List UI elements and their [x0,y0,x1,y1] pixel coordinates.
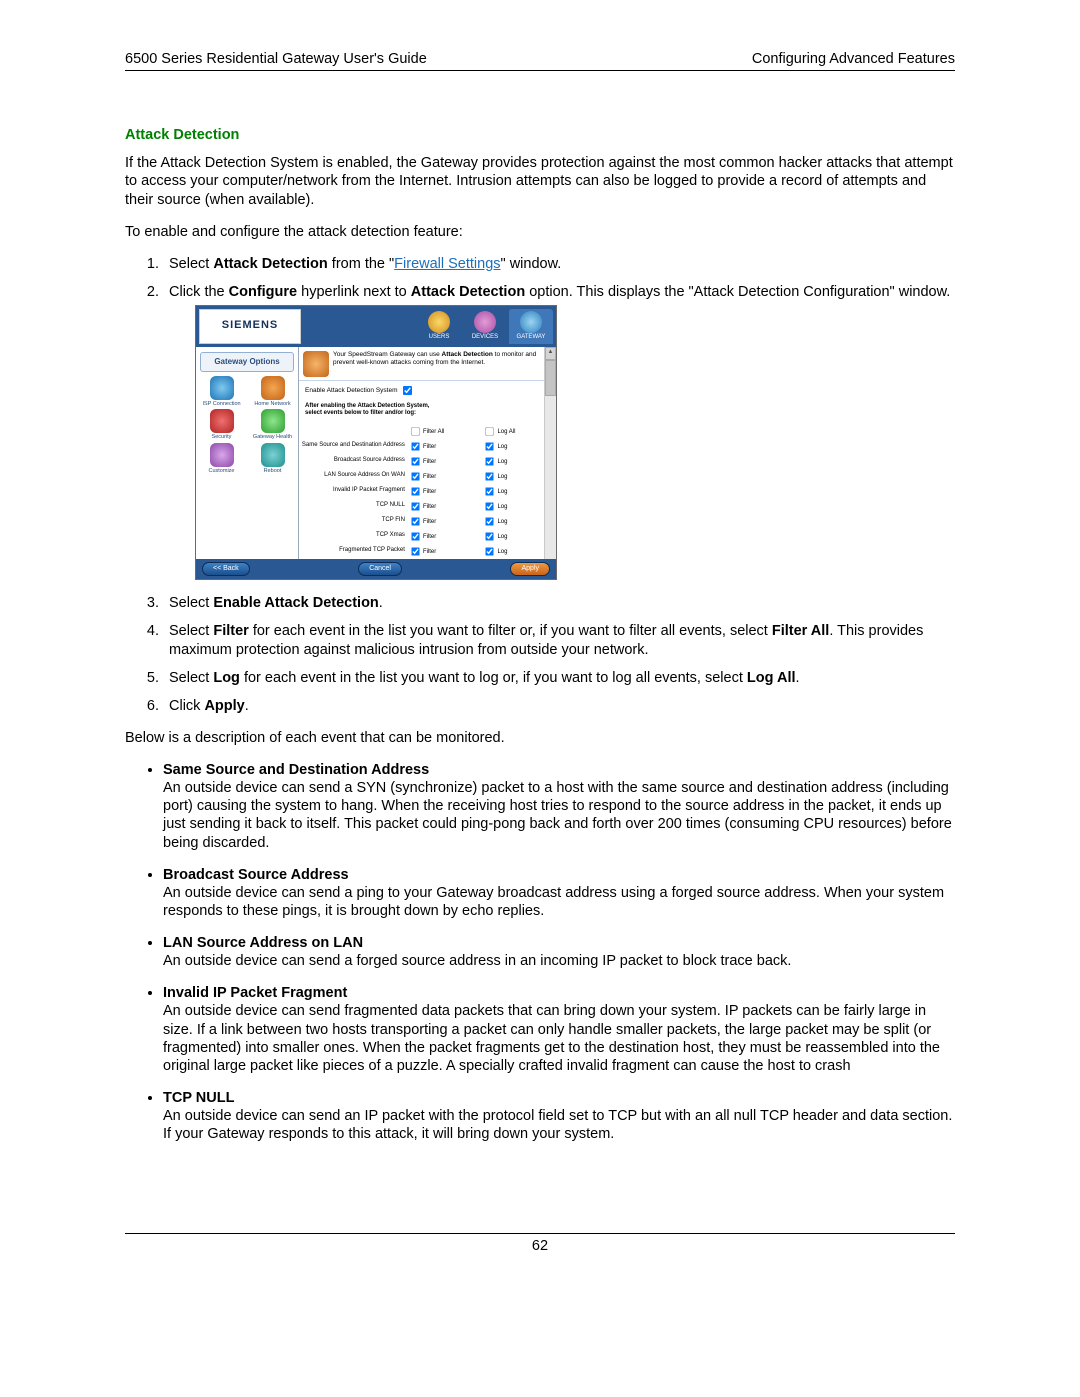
scroll-thumb[interactable] [545,360,556,396]
shot-description: Your SpeedStream Gateway can use Attack … [299,347,556,381]
shot-body: Gateway Options ISP Connection Home Netw… [196,347,556,559]
section-title: Attack Detection [125,126,955,144]
header-left: 6500 Series Residential Gateway User's G… [125,50,427,68]
page-header: 6500 Series Residential Gateway User's G… [125,50,955,71]
table-row: Invalid IP Packet FragmentFilterLog [299,484,556,499]
shot-content: Your SpeedStream Gateway can use Attack … [299,347,556,559]
devices-icon [474,311,496,333]
back-button[interactable]: << Back [202,562,250,577]
step-5: Select Log for each event in the list yo… [163,669,955,687]
health-icon [261,409,285,433]
users-icon [428,311,450,333]
log-all-checkbox[interactable] [486,427,494,435]
event-item: TCP NULLAn outside device can send an IP… [163,1089,955,1143]
table-row: Broadcast Source AddressFilterLog [299,454,556,469]
instruction-note: After enabling the Attack Detection Syst… [299,400,556,424]
apply-button[interactable]: Apply [510,562,550,577]
document-page: 6500 Series Residential Gateway User's G… [125,50,955,1255]
events-intro: Below is a description of each event tha… [125,729,955,747]
event-item: LAN Source Address on LANAn outside devi… [163,934,955,970]
event-item: Same Source and Destination AddressAn ou… [163,761,955,852]
step-2: Click the Configure hyperlink next to At… [163,283,955,580]
shot-topbar: SIEMENS USERS DEVICES GATEWAY [196,306,556,347]
sidebar-item-health[interactable]: Gateway Health [247,409,298,441]
brand-logo: SIEMENS [199,309,301,344]
sidebar-title: Gateway Options [200,352,294,372]
step-4: Select Filter for each event in the list… [163,622,955,658]
tab-devices[interactable]: DEVICES [463,309,507,344]
shield-icon [303,351,329,377]
table-row: LAN Source Address On WANFilterLog [299,469,556,484]
table-row: TCP XmasFilterLog [299,529,556,544]
event-descriptions: Same Source and Destination AddressAn ou… [125,761,955,1143]
config-screenshot: SIEMENS USERS DEVICES GATEWAY Gateway Op… [195,305,557,580]
step-6: Click Apply. [163,697,955,715]
step-1: Select Attack Detection from the "Firewa… [163,255,955,273]
sidebar-item-home[interactable]: Home Network [247,376,298,408]
event-item: Invalid IP Packet FragmentAn outside dev… [163,984,955,1075]
events-table: Filter All Log All Same Source and Desti… [299,424,556,559]
firewall-settings-link[interactable]: Firewall Settings [394,256,500,272]
sidebar-item-security[interactable]: Security [196,409,247,441]
shot-footer: << Back Cancel Apply [196,559,556,580]
header-right: Configuring Advanced Features [752,50,955,68]
tab-gateway[interactable]: GATEWAY [509,309,553,344]
enable-checkbox[interactable] [402,385,411,394]
reboot-icon [261,443,285,467]
table-row: TCP FINFilterLog [299,514,556,529]
step-3: Select Enable Attack Detection. [163,594,955,612]
tab-users[interactable]: USERS [417,309,461,344]
table-row: Fragmented TCP PacketFilterLog [299,544,556,559]
page-footer: 62 [125,1233,955,1255]
cancel-button[interactable]: Cancel [358,562,402,577]
shot-tabs: USERS DEVICES GATEWAY [417,309,553,344]
scroll-up-icon[interactable]: ▲ [545,347,556,360]
enable-row: Enable Attack Detection System [299,381,556,400]
home-icon [261,376,285,400]
event-item: Broadcast Source AddressAn outside devic… [163,866,955,920]
security-icon [210,409,234,433]
gateway-icon [520,311,542,333]
table-row: TCP NULLFilterLog [299,499,556,514]
lead-in: To enable and configure the attack detec… [125,223,955,241]
scrollbar[interactable]: ▲ [544,347,556,559]
filter-all-checkbox[interactable] [411,427,419,435]
sidebar-item-reboot[interactable]: Reboot [247,443,298,475]
intro-paragraph: If the Attack Detection System is enable… [125,154,955,208]
numbered-steps: Select Attack Detection from the "Firewa… [125,255,955,715]
sidebar-item-customize[interactable]: Customize [196,443,247,475]
page-number: 62 [532,1238,548,1254]
isp-icon [210,376,234,400]
shot-sidebar: Gateway Options ISP Connection Home Netw… [196,347,299,559]
sidebar-item-isp[interactable]: ISP Connection [196,376,247,408]
table-row: Same Source and Destination AddressFilte… [299,439,556,454]
customize-icon [210,443,234,467]
